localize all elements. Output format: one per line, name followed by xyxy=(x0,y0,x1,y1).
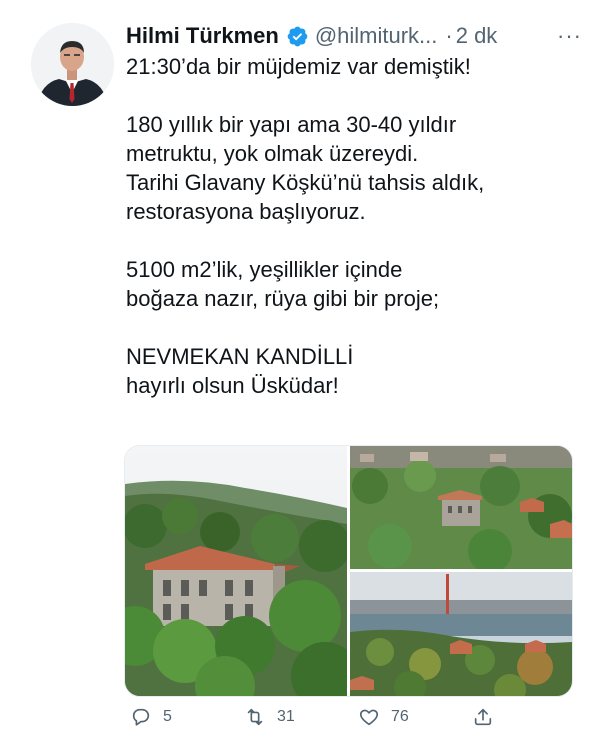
reply-icon xyxy=(132,708,150,726)
photo-mansion-forest[interactable] xyxy=(125,446,347,696)
tweet-text: 21:30’da bir müjdemiz var demiştik! 180 … xyxy=(126,52,576,400)
tweet-timestamp[interactable]: 2 dk xyxy=(456,23,498,49)
tweet-line: Tarihi Glavany Köşkü’nü tahsis aldık, xyxy=(126,170,485,195)
tweet-line: 21:30’da bir müjdemiz var demiştik! xyxy=(126,54,471,79)
retweet-button[interactable]: 31 xyxy=(244,706,295,728)
media-grid xyxy=(124,445,573,697)
author-handle[interactable]: @hilmiturk... xyxy=(315,23,438,49)
like-count: 76 xyxy=(391,708,409,725)
share-button[interactable] xyxy=(472,706,505,728)
tweet-line: metruktu, yok olmak üzereydi. xyxy=(126,141,419,166)
share-icon xyxy=(474,708,492,726)
tweet-line: restorasyona başlıyoruz. xyxy=(126,199,366,224)
author-name[interactable]: Hilmi Türkmen xyxy=(126,23,279,49)
tweet-line: 180 yıllık bir yapı ama 30-40 yıldır xyxy=(126,112,457,137)
tweet-line: hayırlı olsun Üsküdar! xyxy=(126,373,339,398)
tweet-line: 5100 m2’lik, yeşillikler içinde xyxy=(126,257,403,282)
heart-icon xyxy=(359,709,379,726)
tweet-line: NEVMEKAN KANDİLLİ xyxy=(126,344,354,369)
avatar[interactable] xyxy=(31,23,114,106)
photo-bosphorus-view[interactable] xyxy=(350,572,572,696)
retweet-icon xyxy=(247,708,263,726)
tweet-line: boğaza nazır, rüya gibi bir proje; xyxy=(126,286,440,311)
verified-badge-icon xyxy=(287,26,308,46)
tweet-actions: 5 31 76 xyxy=(124,706,504,736)
more-options-icon[interactable]: ··· xyxy=(557,23,582,49)
photo-aerial-neighborhood[interactable] xyxy=(350,446,572,569)
photo-aerial-neighborhood-image xyxy=(350,446,572,569)
reply-button[interactable]: 5 xyxy=(130,706,172,728)
avatar-photo xyxy=(31,23,114,106)
photo-bosphorus-view-image xyxy=(350,572,572,696)
separator-dot: · xyxy=(445,23,453,48)
retweet-count: 31 xyxy=(277,708,295,725)
reply-count: 5 xyxy=(163,708,172,725)
photo-mansion-forest-image xyxy=(125,446,347,696)
tweet-header: Hilmi Türkmen @hilmiturk... · 2 dk ··· xyxy=(126,20,582,52)
like-button[interactable]: 76 xyxy=(358,706,409,728)
